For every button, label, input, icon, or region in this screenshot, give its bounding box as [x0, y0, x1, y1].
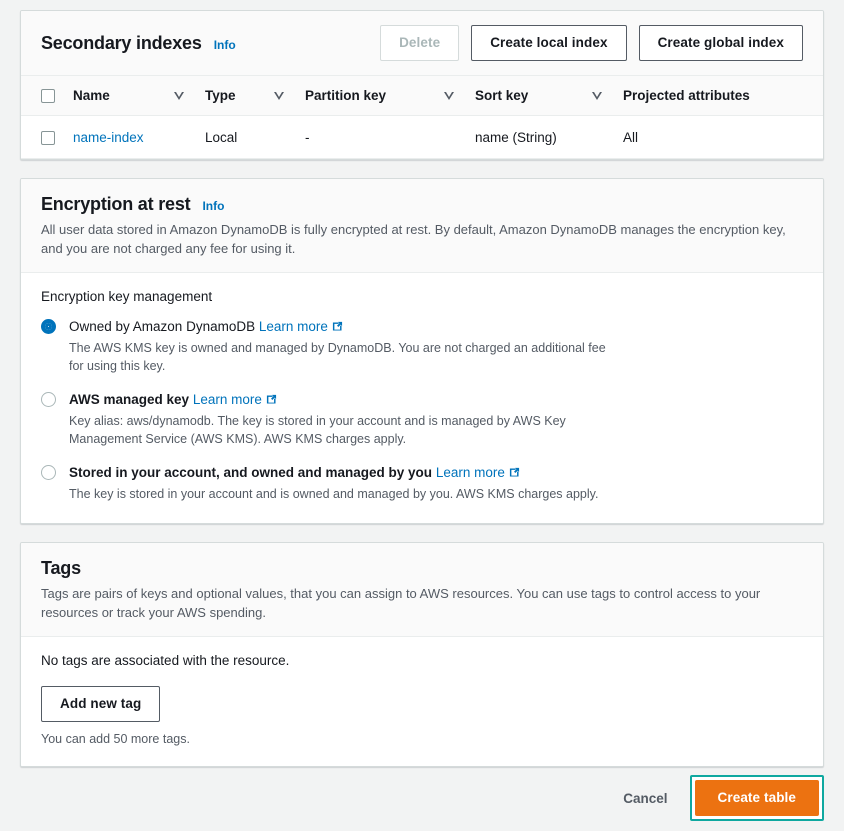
secondary-indexes-card: Secondary indexes Info Delete Create loc… — [20, 10, 824, 160]
create-global-index-button[interactable]: Create global index — [639, 25, 803, 61]
secondary-indexes-header: Secondary indexes Info Delete Create loc… — [21, 11, 823, 75]
select-all-checkbox[interactable] — [41, 89, 55, 103]
radio-label-aws-managed-key: AWS managed key Learn more — [69, 391, 803, 409]
tags-description: Tags are pairs of keys and optional valu… — [41, 584, 801, 622]
radio-label-stored-in-your-account: Stored in your account, and owned and ma… — [69, 464, 803, 482]
tags-body: No tags are associated with the resource… — [21, 637, 823, 766]
column-label-partition-key: Partition key — [305, 88, 386, 103]
info-link-secondary-indexes[interactable]: Info — [214, 38, 236, 52]
footer-actions: Cancel Create table — [609, 775, 824, 821]
external-link-icon — [509, 467, 520, 478]
column-label-projected-attributes: Projected attributes — [623, 88, 750, 103]
create-table-focus-ring: Create table — [690, 775, 824, 821]
table-body: name-index Local - name (String) All — [21, 116, 823, 158]
index-name-link[interactable]: name-index — [73, 130, 144, 145]
info-link-encryption[interactable]: Info — [202, 199, 224, 213]
sort-descending-icon[interactable] — [174, 91, 183, 100]
external-link-icon — [332, 321, 343, 332]
tags-title: Tags — [41, 557, 803, 579]
radio-button-owned-by-dynamodb[interactable] — [41, 319, 56, 334]
column-header-type[interactable]: Type — [205, 76, 305, 116]
tags-empty-message: No tags are associated with the resource… — [41, 653, 803, 668]
radio-option-stored-in-your-account[interactable]: Stored in your account, and owned and ma… — [41, 464, 803, 503]
radio-description-owned-by-dynamodb: The AWS KMS key is owned and managed by … — [69, 339, 619, 375]
delete-index-button[interactable]: Delete — [380, 25, 459, 61]
column-header-sort-key[interactable]: Sort key — [475, 76, 623, 116]
encryption-body: Encryption key management Owned by Amazo… — [21, 273, 823, 523]
radio-title-text: AWS managed key — [69, 392, 189, 407]
tags-card: Tags Tags are pairs of keys and optional… — [20, 542, 824, 767]
table-row: name-index Local - name (String) All — [21, 116, 823, 158]
radio-option-aws-managed-key[interactable]: AWS managed key Learn more Key alias: aw… — [41, 391, 803, 448]
learn-more-link[interactable]: Learn more — [193, 392, 277, 407]
encryption-title: Encryption at rest — [41, 193, 190, 215]
secondary-indexes-actions: Delete Create local index Create global … — [380, 25, 803, 61]
column-header-projected-attributes: Projected attributes — [623, 76, 823, 116]
row-select-checkbox[interactable] — [41, 131, 55, 145]
table-head: Name Type Partition key — [21, 76, 823, 116]
cell-name: name-index — [73, 116, 205, 158]
radio-label-owned-by-dynamodb: Owned by Amazon DynamoDB Learn more — [69, 318, 803, 336]
cancel-button[interactable]: Cancel — [609, 782, 681, 815]
secondary-indexes-table: Name Type Partition key — [21, 75, 823, 159]
page-title: Secondary indexes — [41, 32, 202, 54]
column-label-name: Name — [73, 88, 110, 103]
create-table-button[interactable]: Create table — [695, 780, 819, 816]
tags-header: Tags Tags are pairs of keys and optional… — [21, 543, 823, 637]
column-header-name[interactable]: Name — [73, 76, 205, 116]
radio-button-aws-managed-key[interactable] — [41, 392, 56, 407]
encryption-header: Encryption at rest Info All user data st… — [21, 179, 823, 273]
encryption-key-management-label: Encryption key management — [41, 289, 803, 304]
radio-title-text: Stored in your account, and owned and ma… — [69, 465, 432, 480]
create-table-page: Secondary indexes Info Delete Create loc… — [0, 0, 844, 831]
learn-more-link[interactable]: Learn more — [436, 465, 520, 480]
sort-descending-icon[interactable] — [444, 91, 453, 100]
column-label-type: Type — [205, 88, 236, 103]
encryption-at-rest-card: Encryption at rest Info All user data st… — [20, 178, 824, 524]
select-all-header — [21, 76, 73, 116]
external-link-icon — [266, 394, 277, 405]
radio-description-stored-in-your-account: The key is stored in your account and is… — [69, 485, 619, 503]
radio-description-aws-managed-key: Key alias: aws/dynamodb. The key is stor… — [69, 412, 619, 448]
cell-type: Local — [205, 116, 305, 158]
radio-option-owned-by-dynamodb[interactable]: Owned by Amazon DynamoDB Learn more The … — [41, 318, 803, 375]
create-local-index-button[interactable]: Create local index — [471, 25, 626, 61]
sort-descending-icon[interactable] — [592, 91, 601, 100]
sort-descending-icon[interactable] — [274, 91, 283, 100]
column-header-partition-key[interactable]: Partition key — [305, 76, 475, 116]
radio-title-text: Owned by Amazon DynamoDB — [69, 319, 255, 334]
tags-remaining-hint: You can add 50 more tags. — [41, 732, 803, 746]
learn-more-link[interactable]: Learn more — [259, 319, 343, 334]
row-select-cell — [21, 116, 73, 158]
column-label-sort-key: Sort key — [475, 88, 528, 103]
add-new-tag-button[interactable]: Add new tag — [41, 686, 160, 722]
cell-sort-key: name (String) — [475, 116, 623, 158]
table-header-row: Name Type Partition key — [21, 76, 823, 116]
cell-projected-attributes: All — [623, 116, 823, 158]
cell-partition-key: - — [305, 116, 475, 158]
radio-button-stored-in-your-account[interactable] — [41, 465, 56, 480]
encryption-description: All user data stored in Amazon DynamoDB … — [41, 220, 801, 258]
